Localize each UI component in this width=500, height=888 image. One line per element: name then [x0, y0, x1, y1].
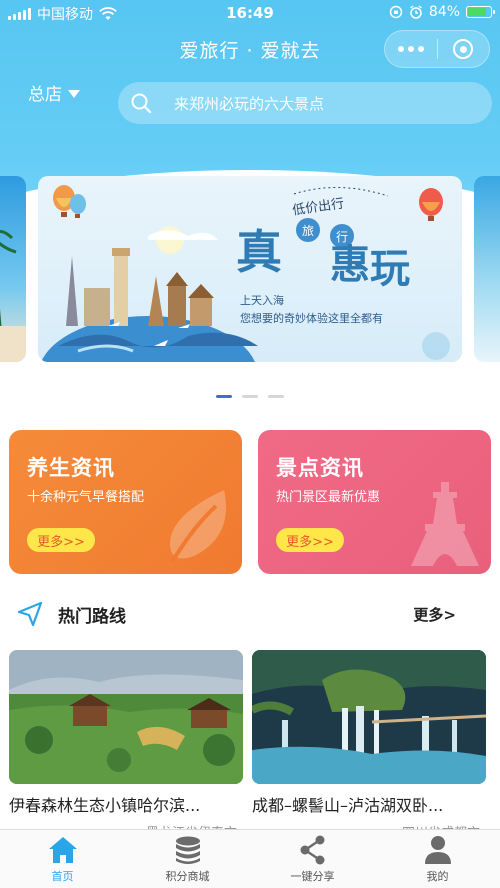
screen: 中国移动 16:49 84% 爱旅行 · 爱就去 总店 来郑州必玩的六大景点 低…	[0, 0, 500, 888]
caret-down-icon	[68, 89, 80, 98]
health-more-button[interactable]: 更多>>	[27, 528, 95, 552]
status-right: 84%	[389, 4, 495, 20]
eiffel-tower-icon	[411, 482, 479, 566]
banner-subtitle-1: 上天入海	[240, 294, 284, 307]
tab-home[interactable]: 首页	[0, 830, 125, 888]
user-icon	[424, 836, 451, 864]
tab-bar: 首页 积分商城 一键分享 我的	[0, 829, 500, 888]
tab-share[interactable]: 一键分享	[250, 830, 375, 888]
search-icon	[131, 93, 152, 114]
battery-icon	[466, 6, 495, 18]
more-menu-button[interactable]	[385, 31, 437, 67]
route-image	[9, 650, 243, 784]
target-icon	[453, 39, 474, 59]
scenic-more-button[interactable]: 更多>>	[276, 528, 344, 552]
carousel-dot[interactable]	[216, 395, 232, 398]
search-placeholder: 来郑州必玩的六大景点	[174, 94, 325, 113]
search-bar[interactable]: 来郑州必玩的六大景点	[118, 82, 492, 124]
banner-subtitle-2: 您想要的奇妙体验这里全都有	[240, 312, 383, 325]
banner-badge-1: 旅	[296, 218, 320, 242]
health-news-card[interactable]: 养生资讯 十余种元气早餐搭配 更多>>	[9, 430, 242, 574]
tab-label: 积分商城	[165, 870, 210, 883]
beach-image	[0, 230, 26, 362]
home-icon	[48, 837, 77, 863]
carousel-dot[interactable]	[242, 395, 258, 398]
banner-headline-2: 惠	[330, 241, 370, 288]
card-description: 十余种元气早餐搭配	[27, 490, 145, 505]
route-card[interactable]: 成都–螺髻山–泸沽湖双卧... 四川省成都市	[252, 650, 486, 841]
routes-more-link[interactable]: 更多>	[413, 604, 456, 625]
banner-prev-slide[interactable]	[0, 176, 26, 362]
card-title: 景点资讯	[276, 456, 364, 480]
rotation-lock-icon	[389, 5, 403, 19]
status-bar: 中国移动 16:49 84%	[0, 0, 500, 26]
battery-percent: 84%	[428, 4, 460, 20]
close-mini-program-button[interactable]	[438, 31, 490, 67]
card-description: 热门景区最新优惠	[276, 490, 381, 505]
navigation-arrow-icon	[17, 601, 43, 627]
banner-headline-1: 真	[236, 225, 282, 279]
tab-label: 一键分享	[290, 870, 335, 883]
coins-icon	[175, 836, 200, 864]
mini-program-capsule	[384, 30, 490, 68]
card-title: 养生资讯	[27, 456, 115, 480]
route-image	[252, 650, 486, 784]
store-selector[interactable]: 总店	[28, 80, 80, 105]
battery-fill	[468, 8, 487, 16]
banner-carousel[interactable]: 低价出行 真 旅 行 惠 玩 上天入海 您想要的奇妙体验这里全都有	[0, 176, 500, 364]
hot-routes-header: 热门路线 更多>	[14, 598, 486, 630]
carousel-dot[interactable]	[268, 395, 284, 398]
store-label: 总店	[28, 85, 62, 105]
alarm-icon	[409, 5, 422, 19]
tab-mine[interactable]: 我的	[375, 830, 500, 888]
more-dots-icon	[397, 46, 404, 52]
route-name: 伊春森林生态小镇哈尔滨...	[9, 796, 201, 815]
route-card[interactable]: 伊春森林生态小镇哈尔滨... 黑龙江省伊春市	[9, 650, 243, 841]
carousel-indicator	[0, 395, 500, 398]
banner-next-slide[interactable]	[474, 176, 500, 362]
scenic-news-card[interactable]: 景点资讯 热门景区最新优惠 更多>>	[258, 430, 491, 574]
share-icon	[300, 835, 324, 865]
leaf-icon	[169, 490, 226, 564]
tab-points-mall[interactable]: 积分商城	[125, 830, 250, 888]
tab-label: 我的	[426, 870, 449, 883]
section-title: 热门路线	[58, 607, 126, 627]
banner-slide[interactable]: 低价出行 真 旅 行 惠 玩 上天入海 您想要的奇妙体验这里全都有	[38, 176, 462, 362]
route-name: 成都–螺髻山–泸沽湖双卧...	[252, 796, 444, 815]
tab-label: 首页	[51, 870, 74, 883]
banner-headline-3: 玩	[370, 245, 410, 292]
